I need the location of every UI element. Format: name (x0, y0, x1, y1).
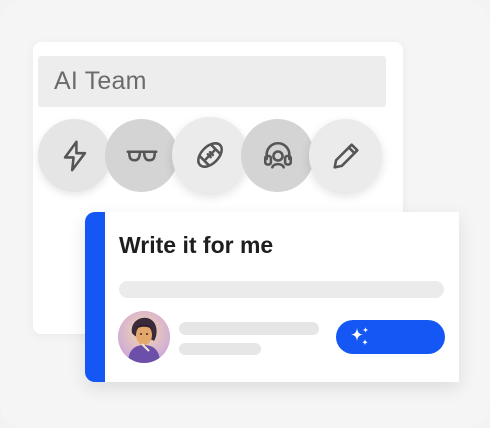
card-title: Write it for me (119, 232, 274, 258)
ai-generate-button[interactable] (336, 320, 445, 354)
placeholder-line-subtitle (179, 343, 261, 355)
football-agent-button[interactable] (172, 117, 248, 193)
headset-icon (263, 141, 292, 169)
football-icon (197, 142, 223, 168)
accent-bar (85, 212, 105, 382)
placeholder-line (119, 281, 444, 298)
pencil-agent-button[interactable] (309, 119, 382, 192)
placeholder-line-name (179, 322, 319, 335)
lightning-icon (63, 140, 86, 171)
avatar (118, 311, 170, 363)
headset-agent-button[interactable] (241, 119, 314, 192)
pencil-icon (332, 142, 359, 169)
glasses-icon (126, 149, 157, 162)
lightning-agent-button[interactable] (38, 119, 111, 192)
agent-icon-row (38, 117, 398, 199)
sparkle-icon (351, 327, 369, 346)
team-header: AI Team (38, 56, 386, 107)
avatar-illustration (118, 311, 170, 363)
team-title: AI Team (54, 67, 147, 95)
glasses-agent-button[interactable] (105, 119, 178, 192)
write-it-for-me-card: Write it for me (85, 212, 459, 382)
